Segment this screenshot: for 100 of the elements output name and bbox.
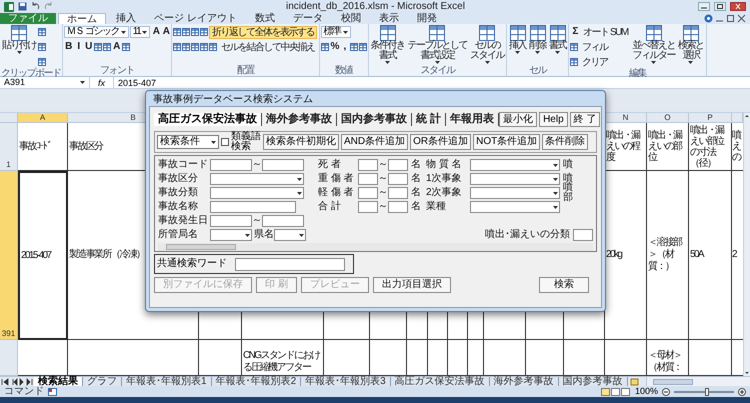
ribbon-button[interactable]: 貼り付け — [1, 25, 37, 54]
ribbon-tab[interactable]: 開発 — [408, 13, 445, 24]
minimize-icon[interactable] — [698, 2, 710, 11]
ribbon-tab[interactable]: 校閲 — [332, 13, 369, 24]
sheet-tab[interactable]: 年報表･年報別表1 — [122, 377, 212, 386]
grid-icon[interactable] — [173, 28, 182, 36]
column-header[interactable]: P — [689, 113, 732, 123]
toolbar-button[interactable]: AND条件追加 — [341, 134, 408, 150]
dialog-button[interactable]: 検索 — [539, 277, 589, 293]
grid-icon[interactable] — [173, 43, 182, 51]
ribbon-button[interactable]: 挿入 — [508, 25, 528, 54]
dropdown[interactable]: 標準 — [320, 26, 351, 38]
close-icon[interactable] — [737, 14, 746, 23]
function-button[interactable]: fx — [94, 76, 110, 88]
input-field[interactable] — [388, 187, 408, 199]
window-button[interactable]: 最小化 — [499, 112, 538, 126]
grid-icon[interactable] — [11, 25, 27, 41]
restore-icon[interactable] — [726, 14, 735, 23]
ribbon-tab[interactable]: 数式 — [246, 13, 283, 24]
sheet-tab[interactable]: 国内参考事故 — [558, 377, 628, 386]
horizontal-scrollbar[interactable] — [158, 243, 593, 251]
grid-icon[interactable] — [182, 43, 190, 51]
dialog-tab[interactable]: 国内参考事故 — [337, 112, 412, 126]
input-field[interactable] — [388, 173, 408, 185]
ribbon-tab[interactable]: 表示 — [370, 13, 407, 24]
format-button[interactable]: U — [84, 41, 92, 53]
sheet-tab[interactable]: 年報表･年報別表2 — [212, 377, 302, 386]
input-field[interactable] — [573, 229, 593, 241]
column-header[interactable]: O — [647, 113, 689, 123]
format-button[interactable]: A — [151, 26, 160, 38]
ribbon-tab[interactable]: データ — [284, 13, 331, 24]
grid-icon[interactable] — [682, 25, 699, 41]
grid-icon[interactable] — [380, 25, 396, 41]
dropdown[interactable] — [470, 187, 560, 199]
format-button[interactable]: , — [340, 41, 349, 53]
grid-icon[interactable] — [479, 25, 496, 41]
input-field[interactable] — [262, 215, 304, 227]
condition-dropdown[interactable]: 検索条件 — [157, 135, 219, 149]
ribbon-button[interactable]: 検索と 選択 — [677, 25, 705, 64]
window-button[interactable]: Help — [539, 112, 568, 126]
grid-icon[interactable] — [646, 25, 662, 41]
grid-icon[interactable] — [200, 43, 208, 51]
undo-icon[interactable] — [31, 2, 40, 11]
ribbon-command[interactable]: オート SUM — [580, 26, 631, 38]
grid-icon[interactable] — [570, 43, 578, 51]
sheet-tab[interactable]: 高圧ガス保安法事故 — [390, 377, 490, 386]
ribbon-button[interactable]: セルの スタイル — [469, 25, 506, 64]
row-header[interactable]: 1 — [0, 123, 18, 171]
save-icon[interactable] — [18, 2, 27, 11]
input-field[interactable] — [388, 201, 408, 213]
macro-record-icon[interactable] — [48, 388, 57, 396]
checkbox[interactable] — [221, 138, 229, 146]
row-header[interactable]: 391 — [0, 171, 18, 340]
view-mode-icon[interactable] — [600, 388, 631, 396]
zoom-out-icon[interactable] — [662, 388, 670, 396]
grid-icon[interactable] — [191, 43, 200, 51]
ribbon-command[interactable]: クリア — [579, 56, 611, 68]
grid-icon[interactable] — [182, 28, 190, 36]
grid-icon[interactable] — [320, 43, 329, 51]
format-button[interactable]: I — [74, 41, 82, 53]
grid-icon[interactable] — [200, 28, 208, 36]
grid-icon[interactable] — [94, 43, 102, 51]
ribbon-tab[interactable]: ホーム — [58, 13, 106, 24]
ribbon-button[interactable]: 書式 — [548, 25, 568, 54]
sheet-tab[interactable]: 年報表･年報別表3 — [301, 377, 391, 386]
sheet-tab[interactable]: 海外参考事故 — [490, 377, 559, 386]
grid-icon[interactable] — [358, 43, 367, 51]
grid-icon[interactable] — [38, 28, 46, 36]
sheet-navigation-icon[interactable] — [0, 377, 34, 387]
new-sheet-icon[interactable] — [630, 377, 640, 387]
ribbon-button[interactable]: 削除 — [528, 25, 548, 54]
dropdown[interactable] — [210, 229, 252, 241]
slider-thumb[interactable] — [704, 388, 709, 396]
dialog-tab[interactable]: 高圧ガス保安法事故 — [154, 112, 262, 126]
toolbar-button[interactable]: 条件削除 — [542, 134, 588, 150]
grid-icon[interactable] — [38, 58, 46, 66]
dialog-tab[interactable]: 海外参考事故 — [262, 112, 337, 126]
app-icon[interactable] — [4, 2, 14, 12]
input-field[interactable] — [358, 173, 378, 185]
ribbon-button[interactable]: 条件付き 書式 — [370, 25, 406, 64]
ribbon-command[interactable]: フィル — [579, 40, 611, 54]
input-field[interactable] — [358, 159, 378, 171]
vertical-scrollbar[interactable] — [743, 113, 750, 376]
format-button[interactable]: % — [330, 41, 339, 53]
format-button[interactable]: A — [112, 41, 120, 53]
grid-icon[interactable] — [350, 43, 358, 51]
grid-icon[interactable] — [530, 25, 546, 41]
help-icon[interactable] — [704, 14, 713, 23]
input-field[interactable] — [210, 159, 252, 171]
input-field[interactable] — [358, 201, 378, 213]
dropdown[interactable] — [274, 229, 306, 241]
input-field[interactable] — [388, 159, 408, 171]
window-button[interactable]: 終 了 — [570, 112, 600, 126]
toolbar-button[interactable]: 検索条件初期化 — [263, 134, 339, 150]
dialog-button[interactable]: 出力項目選択 — [372, 277, 451, 293]
sheet-tab[interactable]: グラフ — [83, 377, 122, 386]
dropdown[interactable] — [470, 173, 560, 185]
grid-icon[interactable] — [570, 58, 578, 66]
ribbon-command[interactable]: セルを結合して中央揃え — [218, 40, 318, 54]
input-field[interactable] — [210, 215, 252, 227]
